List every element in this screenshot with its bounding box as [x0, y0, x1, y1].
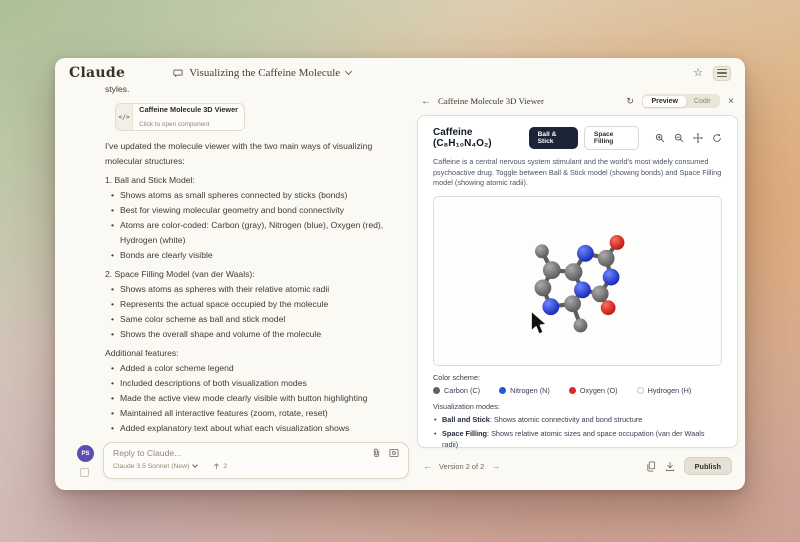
prev-version-icon[interactable]: ← [423, 461, 432, 471]
chat-title-menu[interactable]: Visualizing the Caffeine Molecule [173, 67, 351, 79]
attachment-icon[interactable] [372, 448, 381, 458]
list-item: Maintained all interactive features (zoo… [111, 406, 409, 421]
list-item: Shows the overall shape and volume of th… [111, 327, 409, 342]
mode-space-filling: Space Filling: Shows relative atomic siz… [433, 428, 722, 450]
list-item: Represents the actual space occupied by … [111, 297, 409, 312]
artifact-panel: ← Caffeine Molecule 3D Viewer ↻ Preview … [413, 90, 742, 478]
arrow-up-icon [213, 462, 220, 470]
sidebar-toggle-button[interactable] [713, 66, 731, 81]
next-version-icon[interactable]: → [491, 461, 500, 471]
version-label: Version 2 of 2 [439, 462, 484, 471]
assistant-intro: I've updated the molecule viewer with th… [105, 139, 409, 169]
move-icon[interactable] [693, 133, 703, 143]
chat-title: Visualizing the Caffeine Molecule [189, 67, 340, 79]
model-selector[interactable]: Claude 3.5 Sonnet (New) [113, 463, 189, 470]
list-item: Added a color scheme legend [111, 361, 409, 376]
ball-stick-list: Shows atoms as small spheres connected b… [111, 188, 409, 263]
additional-features-list: Added a color scheme legend Included des… [111, 361, 409, 436]
list-item: Bonds are clearly visible [111, 248, 409, 263]
carbon-dot [433, 387, 440, 394]
color-legend: Carbon (C) Nitrogen (N) Oxygen (O) Hydro… [433, 386, 722, 395]
legend-nitrogen: Nitrogen (N) [499, 386, 550, 395]
list-item: Included descriptions of both visualizat… [111, 376, 409, 391]
zoom-in-icon[interactable] [655, 133, 665, 143]
space-filling-button[interactable]: Space Filling [584, 126, 639, 150]
caffeine-viewer-app: Caffeine (C₈H₁₀N₄O₂) Ball & Stick Space … [417, 115, 738, 448]
mode-ball-stick: Ball and Stick: Shows atomic connectivit… [433, 414, 722, 425]
molecule-svg [434, 197, 721, 365]
artifact-card-subtitle: Click to open component [139, 117, 238, 131]
list-title-space-filling: 2. Space Filling Model (van der Waals): [105, 267, 409, 282]
usage-count: 2 [223, 463, 227, 470]
oxygen-dot [569, 387, 576, 394]
user-avatar[interactable]: PS [77, 445, 94, 462]
back-arrow-icon[interactable]: ← [421, 96, 431, 107]
list-item: Shows atoms as small spheres connected b… [111, 188, 409, 203]
claude-logo[interactable]: Claude [69, 65, 125, 81]
refresh-icon[interactable]: ↻ [626, 96, 634, 107]
usage-badge[interactable]: 2 [213, 462, 227, 470]
close-icon[interactable]: × [728, 96, 734, 107]
tab-code[interactable]: Code [686, 96, 719, 107]
chat-bubble-icon [173, 68, 183, 78]
artifact-card-title: Caffeine Molecule 3D Viewer [139, 103, 238, 117]
modes-label: Visualization modes: [433, 402, 722, 411]
legend-carbon: Carbon (C) [433, 386, 480, 395]
artifact-title: Caffeine Molecule 3D Viewer [438, 96, 544, 106]
list-item: Atoms are color-coded: Carbon (gray), Ni… [111, 218, 409, 248]
artifact-card[interactable]: </> Caffeine Molecule 3D Viewer Click to… [115, 103, 245, 131]
claude-app-window: Claude Visualizing the Caffeine Molecule… [55, 58, 745, 490]
hydrogen-dot [637, 387, 644, 394]
chevron-down-icon [345, 68, 352, 75]
list-item: Best for viewing molecular geometry and … [111, 203, 409, 218]
molecule-viewport[interactable] [433, 196, 722, 366]
code-icon: </> [116, 104, 133, 130]
copy-icon[interactable] [646, 461, 656, 472]
reply-input[interactable] [113, 448, 372, 458]
chat-transcript: styles. </> Caffeine Molecule 3D Viewer … [105, 82, 409, 440]
list-title-additional: Additional features: [105, 346, 409, 361]
list-item: Made the active view mode clearly visibl… [111, 391, 409, 406]
list-item: Same color scheme as ball and stick mode… [111, 312, 409, 327]
list-item: Shows atoms as spheres with their relati… [111, 282, 409, 297]
legend-label: Color scheme: [433, 373, 722, 382]
legend-hydrogen: Hydrogen (H) [637, 386, 692, 395]
preview-code-toggle: Preview Code [642, 94, 720, 108]
artifact-header: ← Caffeine Molecule 3D Viewer ↻ Preview … [413, 90, 742, 112]
download-icon[interactable] [665, 461, 675, 472]
legend-oxygen: Oxygen (O) [569, 386, 618, 395]
reply-composer: Claude 3.5 Sonnet (New) 2 [103, 442, 409, 479]
nitrogen-dot [499, 387, 506, 394]
list-title-ball-stick: 1. Ball and Stick Model: [105, 173, 409, 188]
chevron-down-icon [192, 462, 198, 468]
star-icon[interactable]: ☆ [693, 68, 703, 79]
artifact-footer: ← Version 2 of 2 → Publish [417, 454, 738, 478]
publish-button[interactable]: Publish [684, 457, 732, 475]
screenshot-icon[interactable] [389, 448, 399, 458]
list-item: Added explanatory text about what each v… [111, 421, 409, 436]
mouse-cursor [531, 310, 547, 334]
assistant-message-partial: styles. [105, 82, 409, 97]
molecule-title: Caffeine (C₈H₁₀N₄O₂) [433, 127, 529, 149]
zoom-out-icon[interactable] [674, 133, 684, 143]
molecule-description: Caffeine is a central nervous system sti… [433, 157, 722, 189]
reset-icon[interactable] [712, 133, 722, 143]
tab-preview[interactable]: Preview [643, 96, 685, 107]
space-filling-list: Shows atoms as spheres with their relati… [111, 282, 409, 342]
style-selector-icon[interactable] [80, 468, 89, 477]
ball-stick-button[interactable]: Ball & Stick [529, 127, 578, 149]
